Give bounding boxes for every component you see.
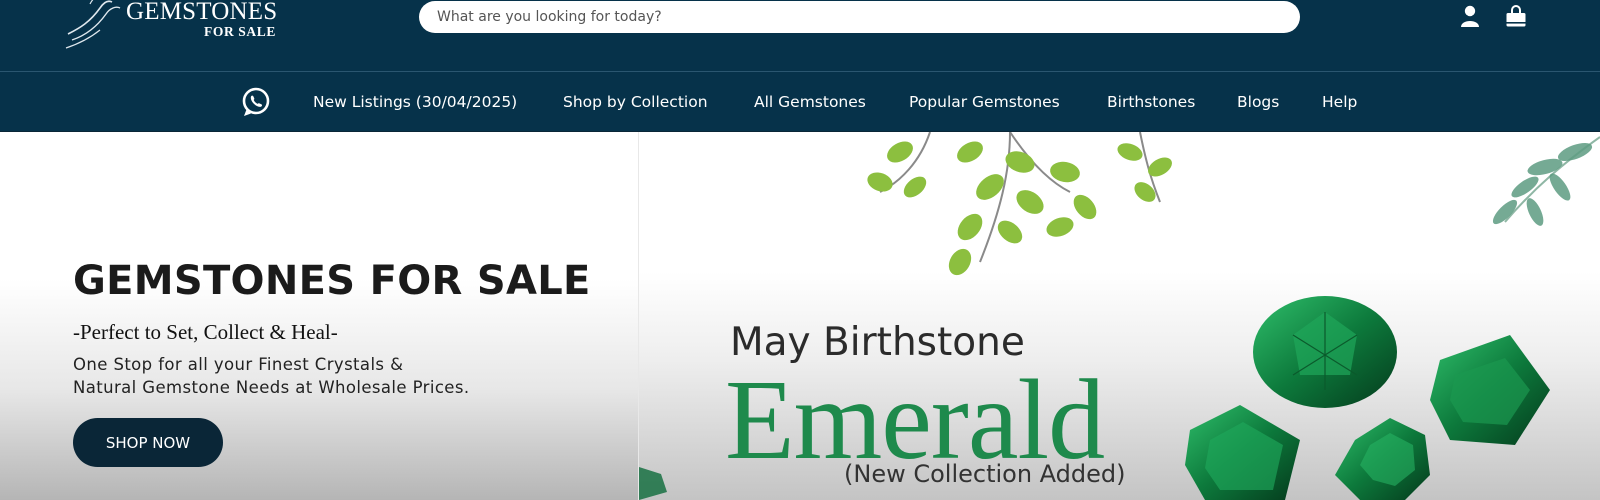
hero-title: GEMSTONES FOR SALE — [73, 258, 591, 304]
nav-new-listings[interactable]: New Listings (30/04/2025) — [313, 92, 517, 112]
hero-description-line2: Natural Gemstone Needs at Wholesale Pric… — [73, 378, 470, 397]
logo-subtitle: FOR SALE — [204, 24, 276, 39]
hero-tagline: -Perfect to Set, Collect & Heal- — [73, 320, 338, 344]
nav-shop-by-collection[interactable]: Shop by Collection — [563, 92, 708, 112]
logo-title: GEMSTONES — [126, 0, 278, 25]
nav-birthstones[interactable]: Birthstones — [1107, 92, 1195, 112]
user-icon[interactable] — [1456, 2, 1484, 30]
emerald-partial-image — [639, 467, 667, 500]
shop-now-button[interactable]: SHOP NOW — [73, 418, 223, 467]
nav-blogs[interactable]: Blogs — [1237, 92, 1279, 112]
hero-description-line1: One Stop for all your Finest Crystals & — [73, 355, 404, 374]
site-logo[interactable]: GEMSTONES FOR SALE — [60, 0, 290, 50]
hero-section: GEMSTONES FOR SALE -Perfect to Set, Coll… — [0, 132, 1600, 500]
teal-leaves-illustration — [1492, 136, 1600, 226]
search-input[interactable] — [419, 1, 1300, 33]
logo-bird-icon — [65, 0, 121, 49]
banner-note: (New Collection Added) — [844, 460, 1126, 488]
leaf-branch-illustration — [867, 132, 1172, 276]
nav-popular-gemstones[interactable]: Popular Gemstones — [909, 92, 1060, 112]
nav-all-gemstones[interactable]: All Gemstones — [754, 92, 866, 112]
hero-description: One Stop for all your Finest Crystals & … — [73, 353, 470, 399]
whatsapp-icon[interactable] — [240, 86, 272, 118]
hero-divider — [638, 132, 639, 500]
shopping-bag-icon[interactable] — [1502, 2, 1530, 30]
main-nav: New Listings (30/04/2025) Shop by Collec… — [0, 72, 1600, 132]
nav-help[interactable]: Help — [1322, 92, 1357, 112]
site-header: GEMSTONES FOR SALE — [0, 0, 1600, 72]
emerald-gemstones-image — [1185, 296, 1550, 500]
